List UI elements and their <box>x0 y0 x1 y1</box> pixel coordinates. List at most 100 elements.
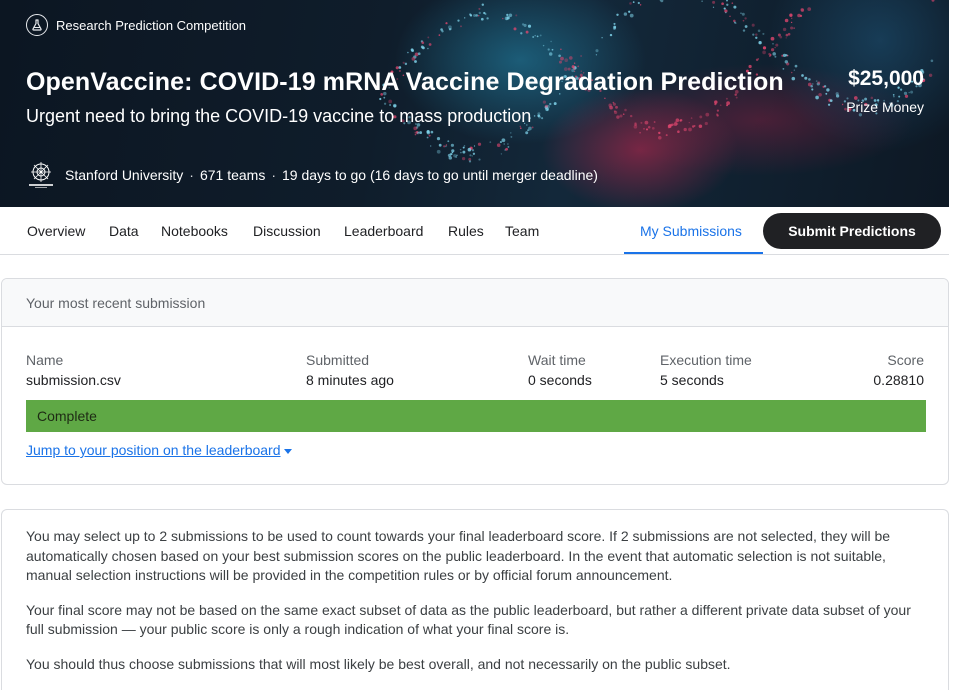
helix-dot <box>643 128 645 130</box>
helix-dot <box>804 76 808 80</box>
helix-dot <box>721 2 724 6</box>
helix-dot <box>426 131 430 135</box>
wait-time-label: Wait time <box>528 352 586 368</box>
host-name[interactable]: Stanford University <box>65 167 183 183</box>
separator-dot: · <box>271 167 276 183</box>
helix-dot <box>523 23 527 27</box>
helix-dot <box>679 119 682 122</box>
helix-dot <box>768 52 771 56</box>
helix-dot <box>653 121 656 123</box>
helix-dot <box>752 33 755 36</box>
helix-dot <box>790 71 793 74</box>
helix-dot <box>604 97 606 99</box>
jump-to-leaderboard-link[interactable]: Jump to your position on the leaderboard <box>26 442 292 458</box>
helix-dot <box>613 27 617 30</box>
helix-dot <box>481 3 484 6</box>
helix-dot <box>790 17 793 20</box>
helix-dot <box>430 145 432 147</box>
host-info: Stanford University · 671 teams · 19 day… <box>26 160 598 190</box>
helix-dot <box>658 136 662 140</box>
helix-dot <box>428 134 431 137</box>
helix-dot <box>541 117 544 120</box>
helix-dot <box>725 97 728 100</box>
helix-dot <box>629 2 632 5</box>
helix-dot <box>660 0 664 3</box>
helix-dot <box>744 17 747 20</box>
helix-dot <box>615 105 618 109</box>
team-count[interactable]: 671 teams <box>200 167 265 183</box>
helix-dot <box>462 150 466 154</box>
tab-discussion[interactable]: Discussion <box>253 207 321 255</box>
helix-dot <box>624 108 627 112</box>
helix-dot <box>675 118 680 122</box>
helix-dot <box>414 60 417 63</box>
helix-dot <box>762 50 766 55</box>
helix-dot <box>508 13 513 18</box>
helix-dot <box>464 17 466 19</box>
helix-dot <box>477 14 480 17</box>
helix-dot <box>930 59 934 63</box>
helix-dot <box>404 62 408 66</box>
execution-time-column: Execution time 5 seconds <box>660 352 752 388</box>
helix-dot <box>536 35 539 38</box>
helix-dot <box>542 100 547 104</box>
helix-dot <box>762 32 765 35</box>
helix-dot <box>546 108 549 111</box>
info-paragraph: You may select up to 2 submissions to be… <box>26 528 891 583</box>
prize-label: Prize Money <box>846 99 924 115</box>
helix-dot <box>527 129 530 132</box>
submit-predictions-button[interactable]: Submit Predictions <box>763 213 941 249</box>
competition-type-label: Research Prediction Competition <box>56 17 247 33</box>
helix-dot <box>513 27 517 31</box>
helix-dot <box>510 135 513 138</box>
helix-dot <box>505 147 508 151</box>
helix-dot <box>426 136 429 139</box>
helix-dot <box>456 154 458 157</box>
helix-dot <box>690 117 693 119</box>
helix-dot <box>478 7 481 10</box>
helix-dot <box>755 36 758 39</box>
helix-dot <box>677 130 680 133</box>
helix-dot <box>549 102 552 106</box>
helix-dot <box>808 78 811 81</box>
helix-dot <box>758 41 762 45</box>
helix-dot <box>388 99 393 104</box>
helix-dot <box>441 30 444 33</box>
tab-team[interactable]: Team <box>505 207 539 255</box>
helix-dot <box>609 106 614 110</box>
tab-my-submissions[interactable]: My Submissions <box>640 207 742 255</box>
helix-dot <box>827 103 831 106</box>
helix-dot <box>785 37 787 39</box>
tab-rules[interactable]: Rules <box>448 207 484 255</box>
helix-dot <box>580 55 582 57</box>
tab-leaderboard[interactable]: Leaderboard <box>344 207 423 255</box>
helix-dot <box>525 131 529 135</box>
helix-dot <box>701 0 703 3</box>
helix-dot <box>379 97 382 101</box>
helix-dot <box>714 103 717 106</box>
helix-dot <box>775 43 779 47</box>
helix-dot <box>533 115 536 117</box>
helix-dot <box>755 33 758 36</box>
helix-dot <box>688 127 692 132</box>
helix-dot <box>527 24 532 28</box>
helix-dot <box>771 48 775 52</box>
tab-notebooks[interactable]: Notebooks <box>161 207 228 255</box>
wait-time-column: Wait time 0 seconds <box>528 352 592 388</box>
helix-dot <box>639 131 641 134</box>
submitted-column: Submitted 8 minutes ago <box>306 352 394 388</box>
helix-dot <box>436 149 441 154</box>
helix-dot <box>469 154 472 157</box>
tab-data[interactable]: Data <box>109 207 139 255</box>
helix-dot <box>471 149 475 152</box>
helix-dot <box>539 34 542 37</box>
helix-dot <box>532 36 535 38</box>
submission-filename: submission.csv <box>26 372 121 388</box>
helix-dot <box>413 126 418 131</box>
helix-dot <box>841 103 844 106</box>
helix-dot <box>744 25 748 28</box>
tab-overview[interactable]: Overview <box>27 207 85 255</box>
competition-type: Research Prediction Competition <box>26 14 246 36</box>
helix-dot <box>560 56 564 61</box>
helix-dot <box>623 12 628 16</box>
